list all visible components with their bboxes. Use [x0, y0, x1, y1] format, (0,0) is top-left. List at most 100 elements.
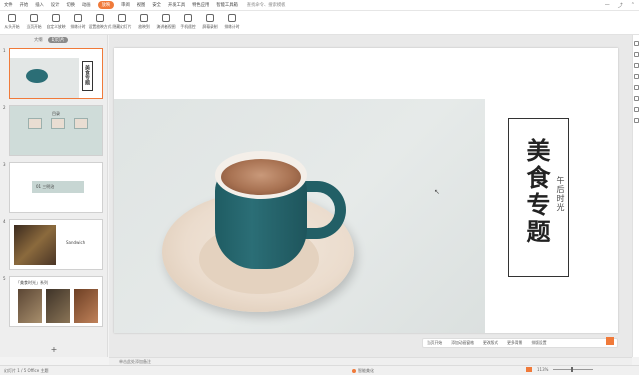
menu-file[interactable]: 文件 — [4, 2, 13, 8]
rehearse-button[interactable]: 排练计时 — [70, 11, 86, 30]
menu-animation[interactable]: 动画 — [82, 2, 91, 8]
play-to-button[interactable]: 放映到 — [136, 11, 152, 30]
thumb-card — [28, 118, 42, 129]
menu-special-apps[interactable]: 特色应用 — [192, 2, 209, 8]
slide-number: 3 — [3, 162, 6, 167]
thumb-photo — [74, 289, 98, 323]
from-start-button[interactable]: 从头开始 — [4, 11, 20, 30]
select-icon[interactable] — [633, 85, 639, 90]
menu-smart-toolbox[interactable]: 智能工具箱 — [216, 2, 237, 8]
slide-thumbnail[interactable]: Sandwich — [9, 219, 103, 270]
add-slide-button[interactable]: + — [0, 345, 108, 354]
presenter-icon — [162, 14, 170, 22]
ribbon-toolbar: 从头开始 当页开始 自定义放映 排练计时 设置放映方式 隐藏幻灯片 放映到 演讲… — [0, 11, 639, 35]
phone-remote-button[interactable]: 手机遥控 — [180, 11, 196, 30]
right-sidebar — [632, 35, 639, 357]
slide-thumb-row: 3 01 三明治 — [3, 162, 103, 214]
slide-number: 5 — [3, 276, 6, 281]
coffee-photo[interactable] — [114, 99, 485, 333]
menu-transition[interactable]: 切换 — [66, 2, 75, 8]
animation-icon[interactable] — [633, 63, 639, 68]
smart-beautify-button[interactable]: 智能美化 — [352, 368, 374, 374]
status-bar: 幻灯片 1 / 5 Office 主题 智能美化 113% — [0, 365, 639, 375]
timer-icon — [74, 14, 82, 22]
tab-outline[interactable]: 大纲 — [34, 37, 43, 43]
slide-thumbnail[interactable]: 目录 — [9, 105, 103, 156]
minimize-icon[interactable]: — — [605, 2, 610, 9]
from-current-button[interactable]: 当页开始 — [26, 11, 42, 30]
screen-record-button[interactable]: 屏幕录制 — [202, 11, 218, 30]
notes-area[interactable]: 单击此处添加备注 — [109, 357, 632, 365]
change-layout-button[interactable]: 更改版式 — [483, 340, 498, 346]
help-icon[interactable] — [633, 118, 639, 123]
zoom-slider[interactable] — [553, 367, 594, 372]
slide-thumb-row: 2 目录 — [3, 105, 103, 157]
thumb-cup — [26, 69, 48, 83]
backup-icon[interactable] — [633, 96, 639, 101]
slide-number: 2 — [3, 105, 6, 110]
mouse-cursor-icon: ↖ — [434, 188, 440, 196]
play-slideshow-icon[interactable] — [526, 367, 532, 372]
current-slide[interactable]: ↖ 美食专题 午后时光 — [114, 48, 618, 333]
phone-icon — [184, 14, 192, 22]
menu-home[interactable]: 开始 — [20, 2, 29, 8]
slide-subtitle[interactable]: 午后时光 — [555, 176, 566, 212]
play-current-icon — [30, 14, 38, 22]
rehearse-timing-button[interactable]: 排练计时 — [224, 11, 240, 30]
menu-slideshow[interactable]: 放映 — [97, 1, 115, 9]
property-icon[interactable] — [633, 41, 639, 46]
record-icon — [206, 14, 214, 22]
slide-status: 幻灯片 1 / 5 Office 主题 — [4, 368, 49, 373]
slide-number: 1 — [3, 48, 6, 53]
slide-title[interactable]: 美食专题 — [522, 138, 550, 246]
thumb-card — [51, 118, 65, 129]
slide-thumbnail[interactable]: 01 三明治 — [9, 162, 103, 213]
menu-bar: 文件 开始 插入 设计 切换 动画 放映 审阅 视图 安全 开发工具 特色应用 … — [0, 0, 639, 11]
thumb-photo — [46, 289, 70, 323]
menu-view[interactable]: 视图 — [137, 2, 146, 8]
thumb-card — [74, 118, 88, 129]
thumb-caption: 01 三明治 — [36, 184, 55, 189]
custom-show-button[interactable]: 自定义放映 — [47, 11, 66, 30]
play-icon — [8, 14, 16, 22]
thumb-title: 美食专题 — [84, 65, 90, 85]
menu-design[interactable]: 设计 — [51, 2, 60, 8]
thumb-caption: 「美食时光」系列 — [16, 280, 48, 285]
tab-slides[interactable]: 幻灯片 — [47, 37, 69, 43]
quick-action-icon[interactable] — [606, 337, 614, 345]
more-backgrounds-button[interactable]: 更多背景 — [507, 340, 522, 346]
window-controls: — ⤴ ⌃ — [605, 2, 635, 9]
presenter-view-button[interactable]: 演讲者视图 — [157, 11, 176, 30]
slide-thumbnail[interactable]: 「美食时光」系列 — [9, 276, 103, 327]
beautify-icon — [352, 369, 356, 373]
slide-thumb-row: 1 美食专题 — [3, 48, 103, 100]
hide-icon — [118, 14, 126, 22]
animation-pane-button[interactable]: 添加动画窗格 — [451, 340, 474, 346]
menu-review[interactable]: 审阅 — [121, 2, 130, 8]
panel-tabs: 大纲 幻灯片 — [0, 35, 107, 45]
thumb-caption: 目录 — [52, 111, 60, 116]
share-icon[interactable]: ⤴ — [618, 2, 623, 9]
slide-number: 4 — [3, 219, 6, 224]
view-controls: 113% — [526, 367, 594, 372]
menu-security[interactable]: 安全 — [152, 2, 161, 8]
thumb-photo — [18, 289, 42, 323]
zoom-slider-knob[interactable] — [571, 367, 574, 372]
setup-show-button[interactable]: 设置放映方式 — [89, 11, 111, 30]
style-icon[interactable] — [633, 52, 639, 57]
zoom-level[interactable]: 113% — [537, 367, 548, 372]
slide-thumbnail[interactable]: 美食专题 — [9, 48, 103, 99]
shape-icon[interactable] — [633, 74, 639, 79]
expand-icon[interactable]: ⌃ — [631, 2, 635, 9]
format-settings-button[interactable]: 排版设置 — [531, 340, 546, 346]
hide-slide-button[interactable]: 隐藏幻灯片 — [113, 11, 132, 30]
custom-show-icon — [52, 14, 60, 22]
play-current-button[interactable]: 当页开始 — [427, 340, 442, 346]
menu-developer[interactable]: 开发工具 — [168, 2, 185, 8]
slide-thumb-row: 5 「美食时光」系列 — [3, 276, 103, 328]
floating-toolbar: 当页开始 添加动画窗格 更改版式 更多背景 排版设置 — [422, 338, 618, 348]
menu-insert[interactable]: 插入 — [35, 2, 44, 8]
share-icon[interactable] — [633, 107, 639, 112]
command-search[interactable]: 查找命令、搜索模板 — [247, 2, 286, 8]
slide-thumb-row: 4 Sandwich — [3, 219, 103, 271]
